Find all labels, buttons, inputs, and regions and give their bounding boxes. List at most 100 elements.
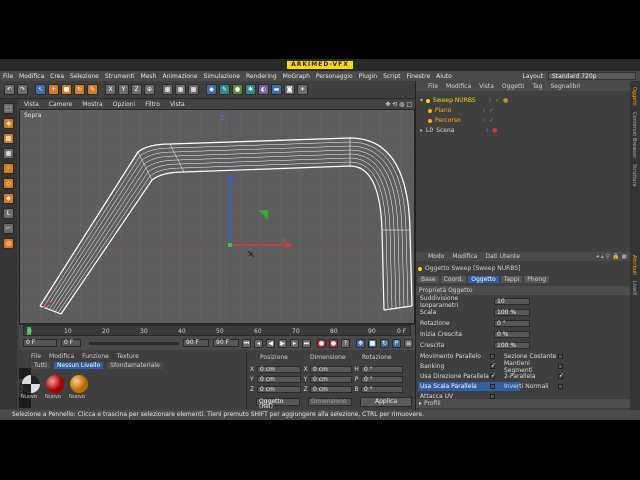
play-icon[interactable]: ▶ — [278, 338, 287, 348]
workplane-icon[interactable]: ▦ — [3, 148, 14, 159]
camera-icon[interactable]: ◙ — [284, 84, 295, 95]
locking-icon[interactable]: ◎ — [3, 238, 14, 249]
mat-filter-nessun-livello[interactable]: Nessun Livello — [53, 362, 104, 369]
end-frame-field-2[interactable]: 90 F — [213, 339, 239, 347]
side-tab-livelli[interactable]: Livelli — [631, 281, 637, 295]
attr-check-inverti[interactable]: Inverti Normali — [504, 382, 574, 391]
attr-checkbox-mantieni[interactable] — [558, 364, 563, 369]
polygons-mode-icon[interactable]: ◆ — [3, 193, 14, 204]
side-tab-attributi[interactable]: Attributi — [631, 255, 637, 275]
current-frame-field[interactable]: 0 F — [61, 339, 81, 347]
record-icon[interactable]: ● — [317, 338, 326, 348]
size-z-field[interactable]: 0 cm — [310, 386, 352, 393]
obj-menu-vista[interactable]: Vista — [479, 83, 494, 90]
pos-y-field[interactable]: 0 cm — [257, 376, 301, 383]
attr-checkbox-banking[interactable]: ✓ — [490, 362, 496, 369]
object-row-scena[interactable]: ▸ L0 Scena ⁞ ● — [420, 126, 620, 135]
vp-menu-vista2[interactable]: Vista — [165, 101, 190, 108]
side-tab-oggetti[interactable]: Oggetti — [631, 87, 637, 106]
end-frame-field[interactable]: 90 F — [183, 339, 209, 347]
attr-rotazione-field[interactable]: 0 ° — [494, 320, 530, 327]
layout-dropdown[interactable]: Standard 720p — [548, 72, 636, 80]
material-swatch-2[interactable]: Nuovo — [45, 374, 65, 400]
attr-profili-section[interactable]: ▸ Profili — [416, 399, 630, 408]
menu-script[interactable]: Script — [380, 73, 403, 80]
select-tool-icon[interactable]: ↖ — [35, 84, 46, 95]
attr-tab-base[interactable]: Base — [418, 275, 439, 283]
menu-crea[interactable]: Crea — [47, 73, 67, 80]
next-key-icon[interactable]: ▸ — [290, 338, 299, 348]
menu-simulazione[interactable]: Simulazione — [201, 73, 243, 80]
menu-mesh[interactable]: Mesh — [138, 73, 160, 80]
attr-tab-phong[interactable]: Phong — [524, 275, 549, 283]
vp-menu-vista[interactable]: Vista — [19, 101, 44, 108]
scale-tool-icon[interactable]: ■ — [61, 84, 72, 95]
attr-inizia-crescita-field[interactable]: 0 % — [494, 331, 530, 338]
material-swatch-1[interactable]: Nuovo — [21, 374, 41, 400]
attr-nav-icons[interactable]: ◂ ▴ ⚲ 🔒 ▣ — [596, 253, 630, 260]
model-mode-icon[interactable]: ◆ — [3, 118, 14, 129]
mat-filter-sfondamateriale[interactable]: Sfondamateriale — [107, 362, 163, 369]
attr-menu-modifica[interactable]: Modifica — [452, 253, 477, 260]
pos-z-field[interactable]: 0 cm — [257, 386, 301, 393]
attr-crescita-field[interactable]: 100 % — [494, 342, 530, 349]
side-tab-browser[interactable]: Contenuti Browser — [631, 112, 637, 158]
obj-menu-tag[interactable]: Tag — [532, 83, 542, 90]
attr-tab-tappi[interactable]: Tappi — [500, 275, 523, 283]
snap-icon[interactable]: ⌐ — [3, 223, 14, 234]
rot-b-field[interactable]: 0 ° — [361, 386, 403, 393]
mat-menu-modifica[interactable]: Modifica — [49, 353, 74, 360]
size-mode-dropdown[interactable]: Dimensione — [308, 398, 352, 406]
vp-menu-camere[interactable]: Camere — [44, 101, 77, 108]
object-row-sweep[interactable]: ▾ Sweep NURBS ⁞ ✓ ● — [420, 96, 620, 105]
vp-menu-mostra[interactable]: Mostra — [77, 101, 107, 108]
object-row-percorso[interactable]: Percorso ⁞ ✓ — [428, 116, 618, 125]
attr-menu-modo[interactable]: Modo — [428, 253, 444, 260]
mat-menu-funzione[interactable]: Funzione — [82, 353, 109, 360]
start-frame-field[interactable]: 0 F — [23, 339, 57, 347]
size-x-field[interactable]: 0 cm — [310, 366, 352, 373]
menu-personaggio[interactable]: Personaggio — [313, 73, 356, 80]
obj-menu-segnalibri[interactable]: Segnalibri — [551, 83, 581, 90]
mat-menu-file[interactable]: File — [31, 353, 41, 360]
attr-checkbox-direzione[interactable]: ✓ — [490, 372, 496, 379]
side-tab-struttura[interactable]: Struttura — [631, 164, 637, 187]
menu-finestre[interactable]: Finestre — [403, 73, 433, 80]
array-icon[interactable]: ✱ — [245, 84, 256, 95]
timeline-menu-icon[interactable]: ≡ — [404, 338, 413, 348]
attr-scala-field[interactable]: 100 % — [494, 309, 530, 316]
render-settings-icon[interactable]: ▦ — [188, 84, 199, 95]
material-swatch-3[interactable]: Nuovo — [69, 374, 89, 400]
autokey-icon[interactable]: ● — [329, 338, 338, 348]
attr-tab-coord[interactable]: Coord. — [440, 275, 467, 283]
scale-key-icon[interactable]: ■ — [368, 338, 377, 348]
obj-menu-oggetti[interactable]: Oggetti — [502, 83, 524, 90]
attr-checkbox-inverti[interactable] — [558, 384, 563, 389]
light-icon[interactable]: ☀ — [297, 84, 308, 95]
rotate-tool-icon[interactable]: ↻ — [74, 84, 85, 95]
attr-checkbox-2-parallela[interactable]: ✓ — [558, 372, 564, 379]
z-axis-lock-icon[interactable]: Z — [131, 84, 142, 95]
coordinate-system-icon[interactable]: ⊕ — [144, 84, 155, 95]
recent-tool-icon[interactable]: ✎ — [87, 84, 98, 95]
menu-strumenti[interactable]: Strumenti — [102, 73, 138, 80]
viewport-nav-icons[interactable]: ✥ ⟲ ◍ □ — [380, 101, 415, 108]
timeline-ruler[interactable]: 0 10 20 30 40 50 60 70 80 90 0 F — [23, 325, 411, 336]
deformer-icon[interactable]: ◐ — [258, 84, 269, 95]
go-to-start-icon[interactable]: ⏮ — [242, 338, 251, 348]
param-key-icon[interactable]: P — [392, 338, 401, 348]
attr-menu-dati-utente[interactable]: Dati Utente — [485, 253, 520, 260]
play-back-icon[interactable]: ◀ — [266, 338, 275, 348]
vp-menu-opzioni[interactable]: Opzioni — [108, 101, 141, 108]
menu-selezione[interactable]: Selezione — [67, 73, 102, 80]
attr-checkbox-scala-parallela[interactable] — [490, 384, 495, 389]
attr-suddivisione-field[interactable]: 10 — [494, 298, 530, 305]
menu-mograph[interactable]: MoGraph — [280, 73, 313, 80]
mat-menu-texture[interactable]: Texture — [117, 353, 139, 360]
pos-x-field[interactable]: 0 cm — [257, 366, 301, 373]
obj-menu-modifica[interactable]: Modifica — [446, 83, 471, 90]
pen-icon[interactable]: ✎ — [219, 84, 230, 95]
size-y-field[interactable]: 0 cm — [310, 376, 352, 383]
rot-p-field[interactable]: 0 ° — [361, 376, 403, 383]
go-to-end-icon[interactable]: ⏭ — [302, 338, 311, 348]
